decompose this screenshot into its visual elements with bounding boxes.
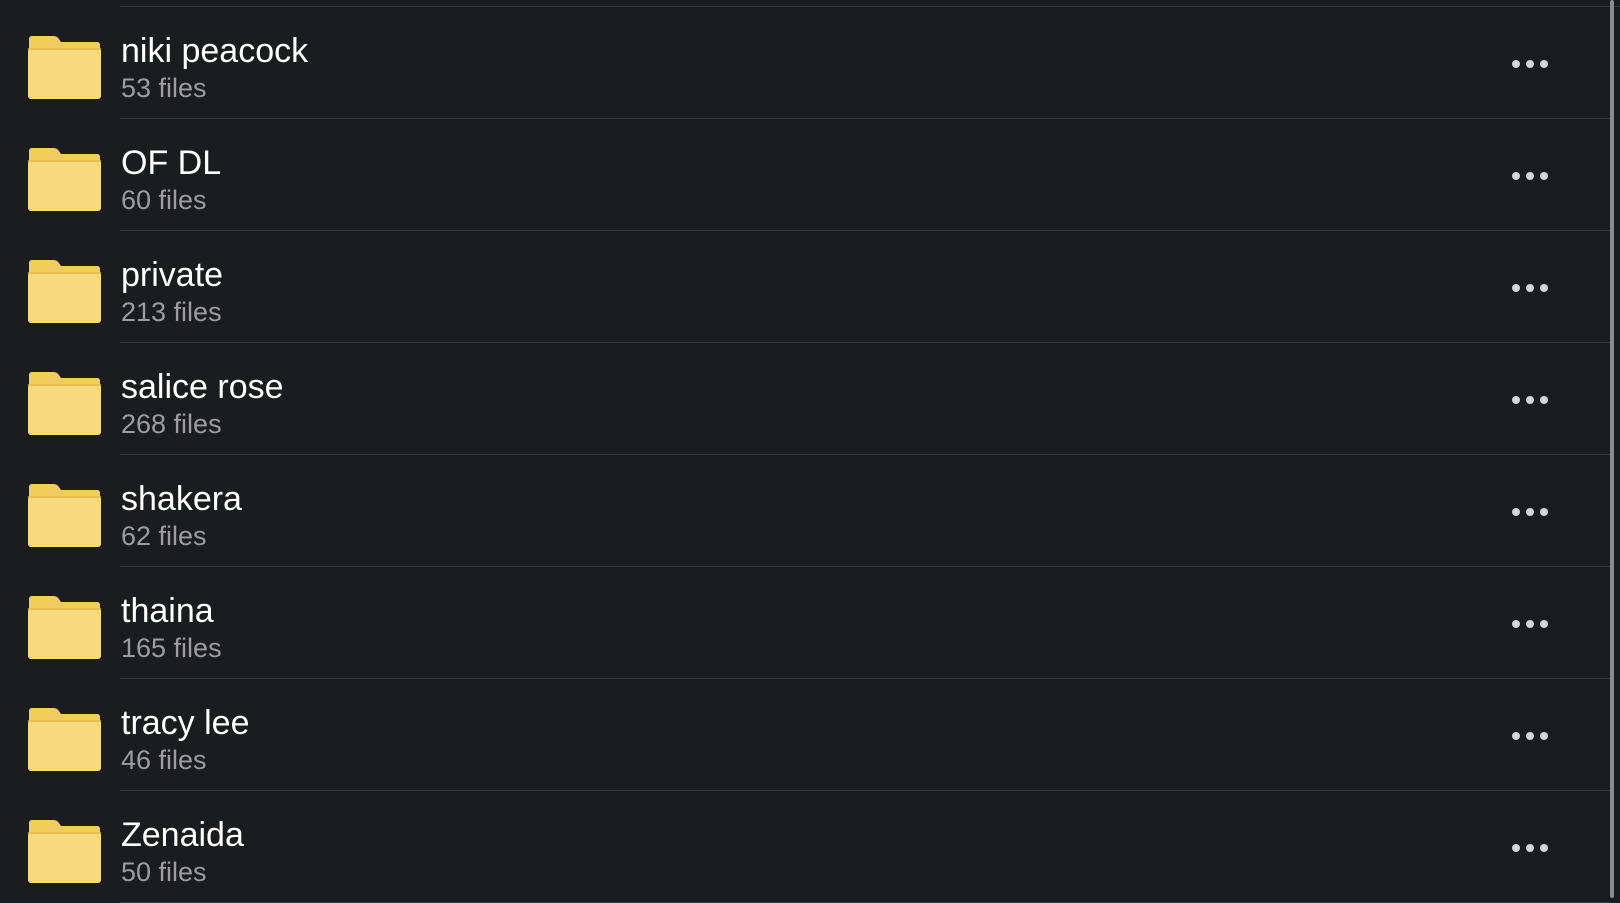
more-options-icon[interactable]: [1500, 722, 1560, 750]
scrollbar[interactable]: [1610, 0, 1614, 898]
more-options-icon[interactable]: [1500, 386, 1560, 414]
folder-list: niki peacock 53 files OF DL 60 files pri…: [0, 0, 1620, 903]
file-count: 268 files: [121, 409, 222, 439]
folder-name: Zenaida: [121, 816, 244, 854]
folder-row[interactable]: tracy lee 46 files: [0, 679, 1610, 791]
folder-row[interactable]: shakera 62 files: [0, 455, 1610, 567]
folder-icon: [27, 595, 101, 661]
folder-icon: [27, 371, 101, 437]
file-count: 46 files: [121, 745, 207, 775]
folder-row[interactable]: salice rose 268 files: [0, 343, 1610, 455]
folder-name: private: [121, 256, 224, 294]
more-options-icon[interactable]: [1500, 274, 1560, 302]
more-options-icon[interactable]: [1500, 50, 1560, 78]
file-count: 53 files: [121, 73, 207, 103]
folder-icon: [27, 483, 101, 549]
folder-name: tracy lee: [121, 704, 250, 742]
folder-icon: [27, 259, 101, 325]
file-count: 62 files: [121, 521, 207, 551]
file-count: 50 files: [121, 857, 207, 887]
folder-row[interactable]: niki peacock 53 files: [0, 7, 1610, 119]
folder-row[interactable]: Zenaida 50 files: [0, 791, 1610, 903]
file-count: 165 files: [121, 633, 222, 663]
more-options-icon[interactable]: [1500, 610, 1560, 638]
folder-row[interactable]: thaina 165 files: [0, 567, 1610, 679]
folder-icon: [27, 147, 101, 213]
more-options-icon[interactable]: [1500, 834, 1560, 862]
folder-name: thaina: [121, 592, 214, 630]
folder-icon: [27, 707, 101, 773]
folder-name: OF DL: [121, 144, 222, 182]
more-options-icon[interactable]: [1500, 498, 1560, 526]
folder-row[interactable]: private 213 files: [0, 231, 1610, 343]
folder-name: shakera: [121, 480, 242, 518]
folder-name: niki peacock: [121, 32, 309, 70]
folder-row[interactable]: OF DL 60 files: [0, 119, 1610, 231]
folder-icon: [27, 819, 101, 885]
file-count: 60 files: [121, 185, 207, 215]
folder-name: salice rose: [121, 368, 284, 406]
file-count: 213 files: [121, 297, 222, 327]
more-options-icon[interactable]: [1500, 162, 1560, 190]
folder-icon: [27, 35, 101, 101]
